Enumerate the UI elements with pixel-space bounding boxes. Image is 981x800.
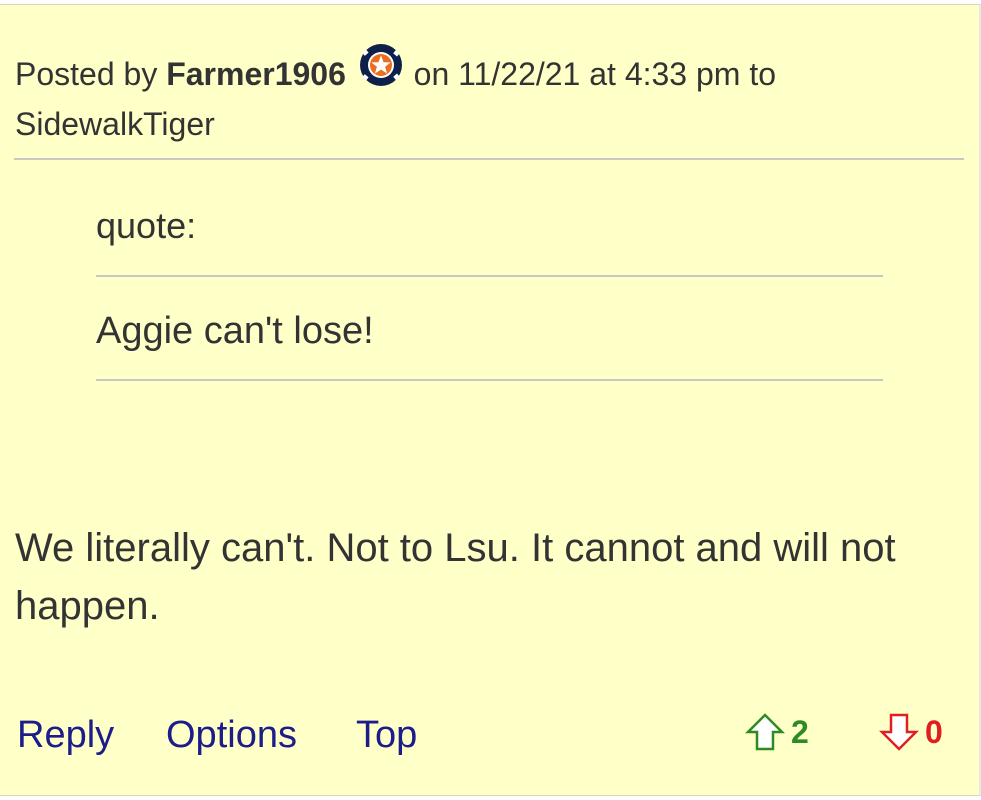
post-header: Posted by Farmer1906 on 11/22/21 at 4:33… [15, 43, 965, 149]
forum-post: Posted by Farmer1906 on 11/22/21 at 4:33… [0, 4, 981, 796]
top-link[interactable]: Top [356, 710, 417, 760]
post-body: We literally can't. Not to Lsu. It canno… [15, 526, 896, 628]
username-link[interactable]: Farmer1906 [166, 56, 346, 92]
arrow-down-outline-icon [879, 712, 919, 752]
downvote-count: 0 [925, 713, 943, 750]
post-date: on 11/22/21 at 4:33 pm to [413, 56, 777, 92]
posted-by-label: Posted by [15, 56, 158, 92]
downvote-button[interactable]: 0 [879, 708, 943, 756]
astros-logo-icon [359, 43, 403, 87]
quote-bottom-rule [96, 379, 883, 381]
upvote-count: 2 [791, 713, 809, 750]
quote-top-rule [96, 275, 883, 277]
upvote-button[interactable]: 2 [745, 708, 809, 756]
quoted-text: Aggie can't lose! [96, 310, 374, 352]
arrow-up-outline-icon [745, 712, 785, 752]
quote-label: quote: [96, 205, 197, 246]
options-link[interactable]: Options [166, 710, 297, 760]
reply-link[interactable]: Reply [17, 710, 114, 760]
header-divider [14, 158, 964, 160]
reply-to-user-link[interactable]: SidewalkTiger [15, 106, 215, 142]
